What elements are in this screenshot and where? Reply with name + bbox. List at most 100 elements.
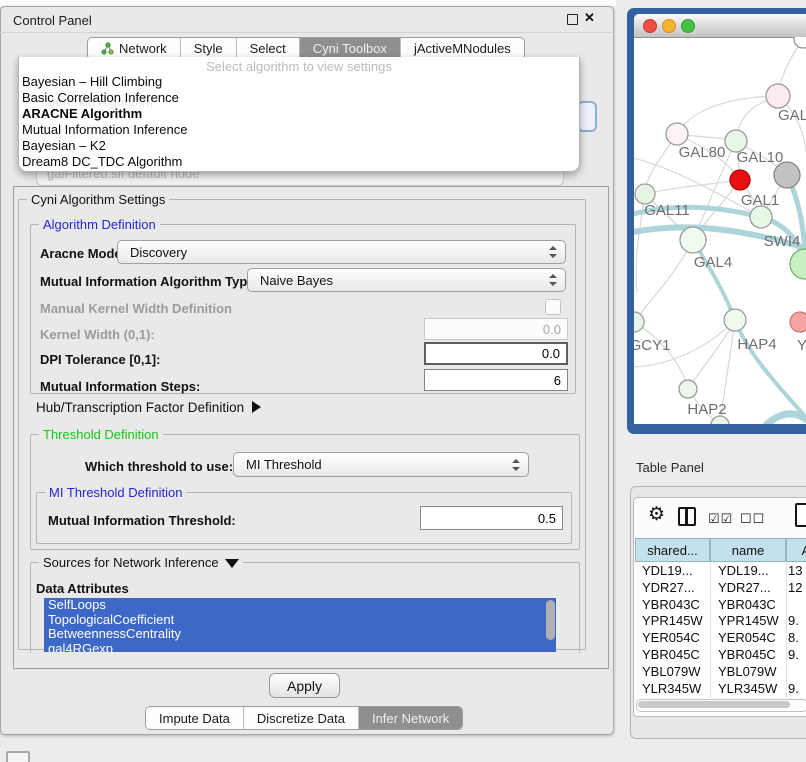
tab-impute-data[interactable]: Impute Data [146, 707, 244, 729]
node-label: GAL [778, 107, 806, 124]
tab-network[interactable]: Network [88, 38, 181, 59]
gear-icon[interactable]: ⚙ [648, 504, 665, 526]
select-all-icon[interactable]: ☑☑ [708, 511, 733, 527]
cell[interactable]: YLR345W [710, 681, 786, 698]
dropdown-item[interactable]: Basic Correlation Inference [22, 90, 572, 106]
tab-discretize-data[interactable]: Discretize Data [244, 707, 359, 729]
zoom-traffic-light[interactable] [681, 19, 695, 33]
dropdown-item[interactable]: Dream8 DC_TDC Algorithm [22, 154, 572, 170]
column-header-shared-name[interactable]: shared... [635, 538, 710, 562]
table-row[interactable]: YPR145WYPR145W9. [635, 613, 806, 630]
cell[interactable]: YBR045C [635, 647, 710, 664]
node[interactable] [794, 37, 806, 48]
dropdown-item-selected[interactable]: ARACNE Algorithm [22, 106, 572, 122]
table-horizontal-scrollbar-thumb[interactable] [638, 701, 790, 708]
mi-steps-field[interactable]: 6 [424, 369, 568, 391]
cell[interactable]: YBL079W [635, 664, 710, 681]
cell[interactable]: YER054C [635, 630, 710, 647]
cell[interactable]: YIL052C [635, 697, 710, 698]
network-icon [101, 42, 114, 55]
dropdown-item[interactable]: Bayesian – Hill Climbing [22, 74, 572, 90]
cell[interactable]: YPR145W [710, 613, 786, 630]
kernel-width-field[interactable]: 0.0 [424, 318, 568, 340]
cell[interactable]: YER054C [710, 630, 786, 647]
node-hap2[interactable] [679, 380, 697, 398]
cell[interactable]: 9. [786, 681, 799, 698]
column-header-name[interactable]: name [710, 538, 786, 562]
mi-algorithm-type-combo[interactable]: Naive Bayes [247, 268, 566, 292]
dpi-tolerance-field[interactable]: 0.0 [424, 342, 568, 365]
network-canvas[interactable]: GAL GAL80 GAL10 GAL1 GAL11 SWI4 GAL4 GCY… [634, 37, 806, 424]
collapsed-panel-icon[interactable] [6, 751, 30, 762]
split-view-icon[interactable] [678, 507, 696, 526]
attribute-item[interactable]: TopologicalCoefficient [44, 613, 556, 628]
attribute-item[interactable]: SelfLoops [44, 598, 556, 613]
table-row[interactable]: YIL052CYIL052C9 [635, 697, 806, 698]
threshold-definition-title: Threshold Definition [39, 427, 163, 442]
file-icon[interactable] [795, 503, 806, 527]
aracne-mode-combo[interactable]: Discovery [117, 240, 566, 264]
cell[interactable]: 13 [786, 563, 802, 580]
node-salmon[interactable] [790, 312, 806, 332]
deselect-all-icon[interactable]: ☐☐ [740, 511, 765, 527]
table-row[interactable]: YDL19...YDL19...13 [635, 563, 806, 580]
node-gal4[interactable] [680, 227, 706, 253]
node-swi4[interactable] [750, 206, 772, 228]
manual-kernel-width-checkbox[interactable] [545, 299, 561, 315]
node-gal1[interactable] [730, 170, 750, 190]
table-row[interactable]: YBR045CYBR045C9. [635, 647, 806, 664]
mi-threshold-field[interactable]: 0.5 [420, 506, 563, 530]
tab-style[interactable]: Style [181, 38, 237, 59]
node-hap4[interactable] [724, 309, 746, 331]
cell[interactable]: YDR27... [635, 580, 710, 597]
which-threshold-combo[interactable]: MI Threshold [233, 452, 529, 477]
network-window-titlebar[interactable] [634, 14, 806, 38]
spinner-arrows-icon [548, 274, 556, 286]
node-gal[interactable] [766, 84, 790, 108]
cell[interactable]: YDL19... [710, 563, 786, 580]
table-row[interactable]: YBL079WYBL079W [635, 664, 806, 681]
table-row[interactable]: YER054CYER054C8. [635, 630, 806, 647]
cell[interactable]: YBR043C [635, 597, 710, 614]
cell[interactable]: YDL19... [635, 563, 710, 580]
cell[interactable]: YLR345W [635, 681, 710, 698]
cell[interactable]: YBL079W [710, 664, 786, 681]
cell[interactable]: YPR145W [635, 613, 710, 630]
minimize-traffic-light[interactable] [662, 19, 676, 33]
tab-network-label: Network [119, 41, 167, 56]
attribute-item[interactable]: BetweennessCentrality [44, 627, 556, 642]
cell[interactable]: YBR043C [710, 597, 786, 614]
dropdown-item[interactable]: Bayesian – K2 [22, 138, 572, 154]
sources-title[interactable]: Sources for Network Inference [39, 555, 243, 570]
cell[interactable]: 9. [786, 647, 799, 664]
close-traffic-light[interactable] [643, 19, 657, 33]
hub-transcription-section[interactable]: Hub/Transcription Factor Definition [36, 400, 261, 415]
node-big-green[interactable] [790, 249, 806, 279]
cell[interactable]: 9 [786, 697, 795, 698]
list-scrollbar-thumb[interactable] [546, 600, 555, 640]
cell[interactable]: YIL052C [710, 697, 786, 698]
dropdown-item[interactable]: Mutual Information Inference [22, 122, 572, 138]
tab-jactivemnodules[interactable]: jActiveMNodules [401, 38, 524, 59]
table-row[interactable]: YBR043CYBR043C [635, 597, 806, 614]
cell[interactable]: YDR27... [710, 580, 786, 597]
float-window-icon[interactable] [567, 14, 578, 25]
control-panel-title: Control Panel [13, 13, 92, 28]
cell[interactable]: YBR045C [710, 647, 786, 664]
node-gcy1[interactable] [634, 312, 644, 332]
tab-select[interactable]: Select [237, 38, 300, 59]
apply-button[interactable]: Apply [269, 673, 340, 698]
attribute-item[interactable]: gal4RGexp [44, 642, 556, 653]
column-header-third[interactable]: A [786, 538, 806, 562]
cell[interactable]: 9. [786, 613, 799, 630]
close-window-icon[interactable]: ✕ [584, 10, 595, 26]
table-row[interactable]: YLR345WYLR345W9. [635, 681, 806, 698]
cell[interactable]: 8. [786, 630, 799, 647]
node-gal80[interactable] [666, 123, 688, 145]
node-label: GAL4 [694, 254, 732, 271]
tab-cyni-toolbox[interactable]: Cyni Toolbox [300, 38, 401, 59]
tab-infer-network[interactable]: Infer Network [359, 707, 462, 729]
cell[interactable]: 12 [786, 580, 802, 597]
node-gal11[interactable] [635, 184, 655, 204]
table-row[interactable]: YDR27...YDR27...12 [635, 580, 806, 597]
